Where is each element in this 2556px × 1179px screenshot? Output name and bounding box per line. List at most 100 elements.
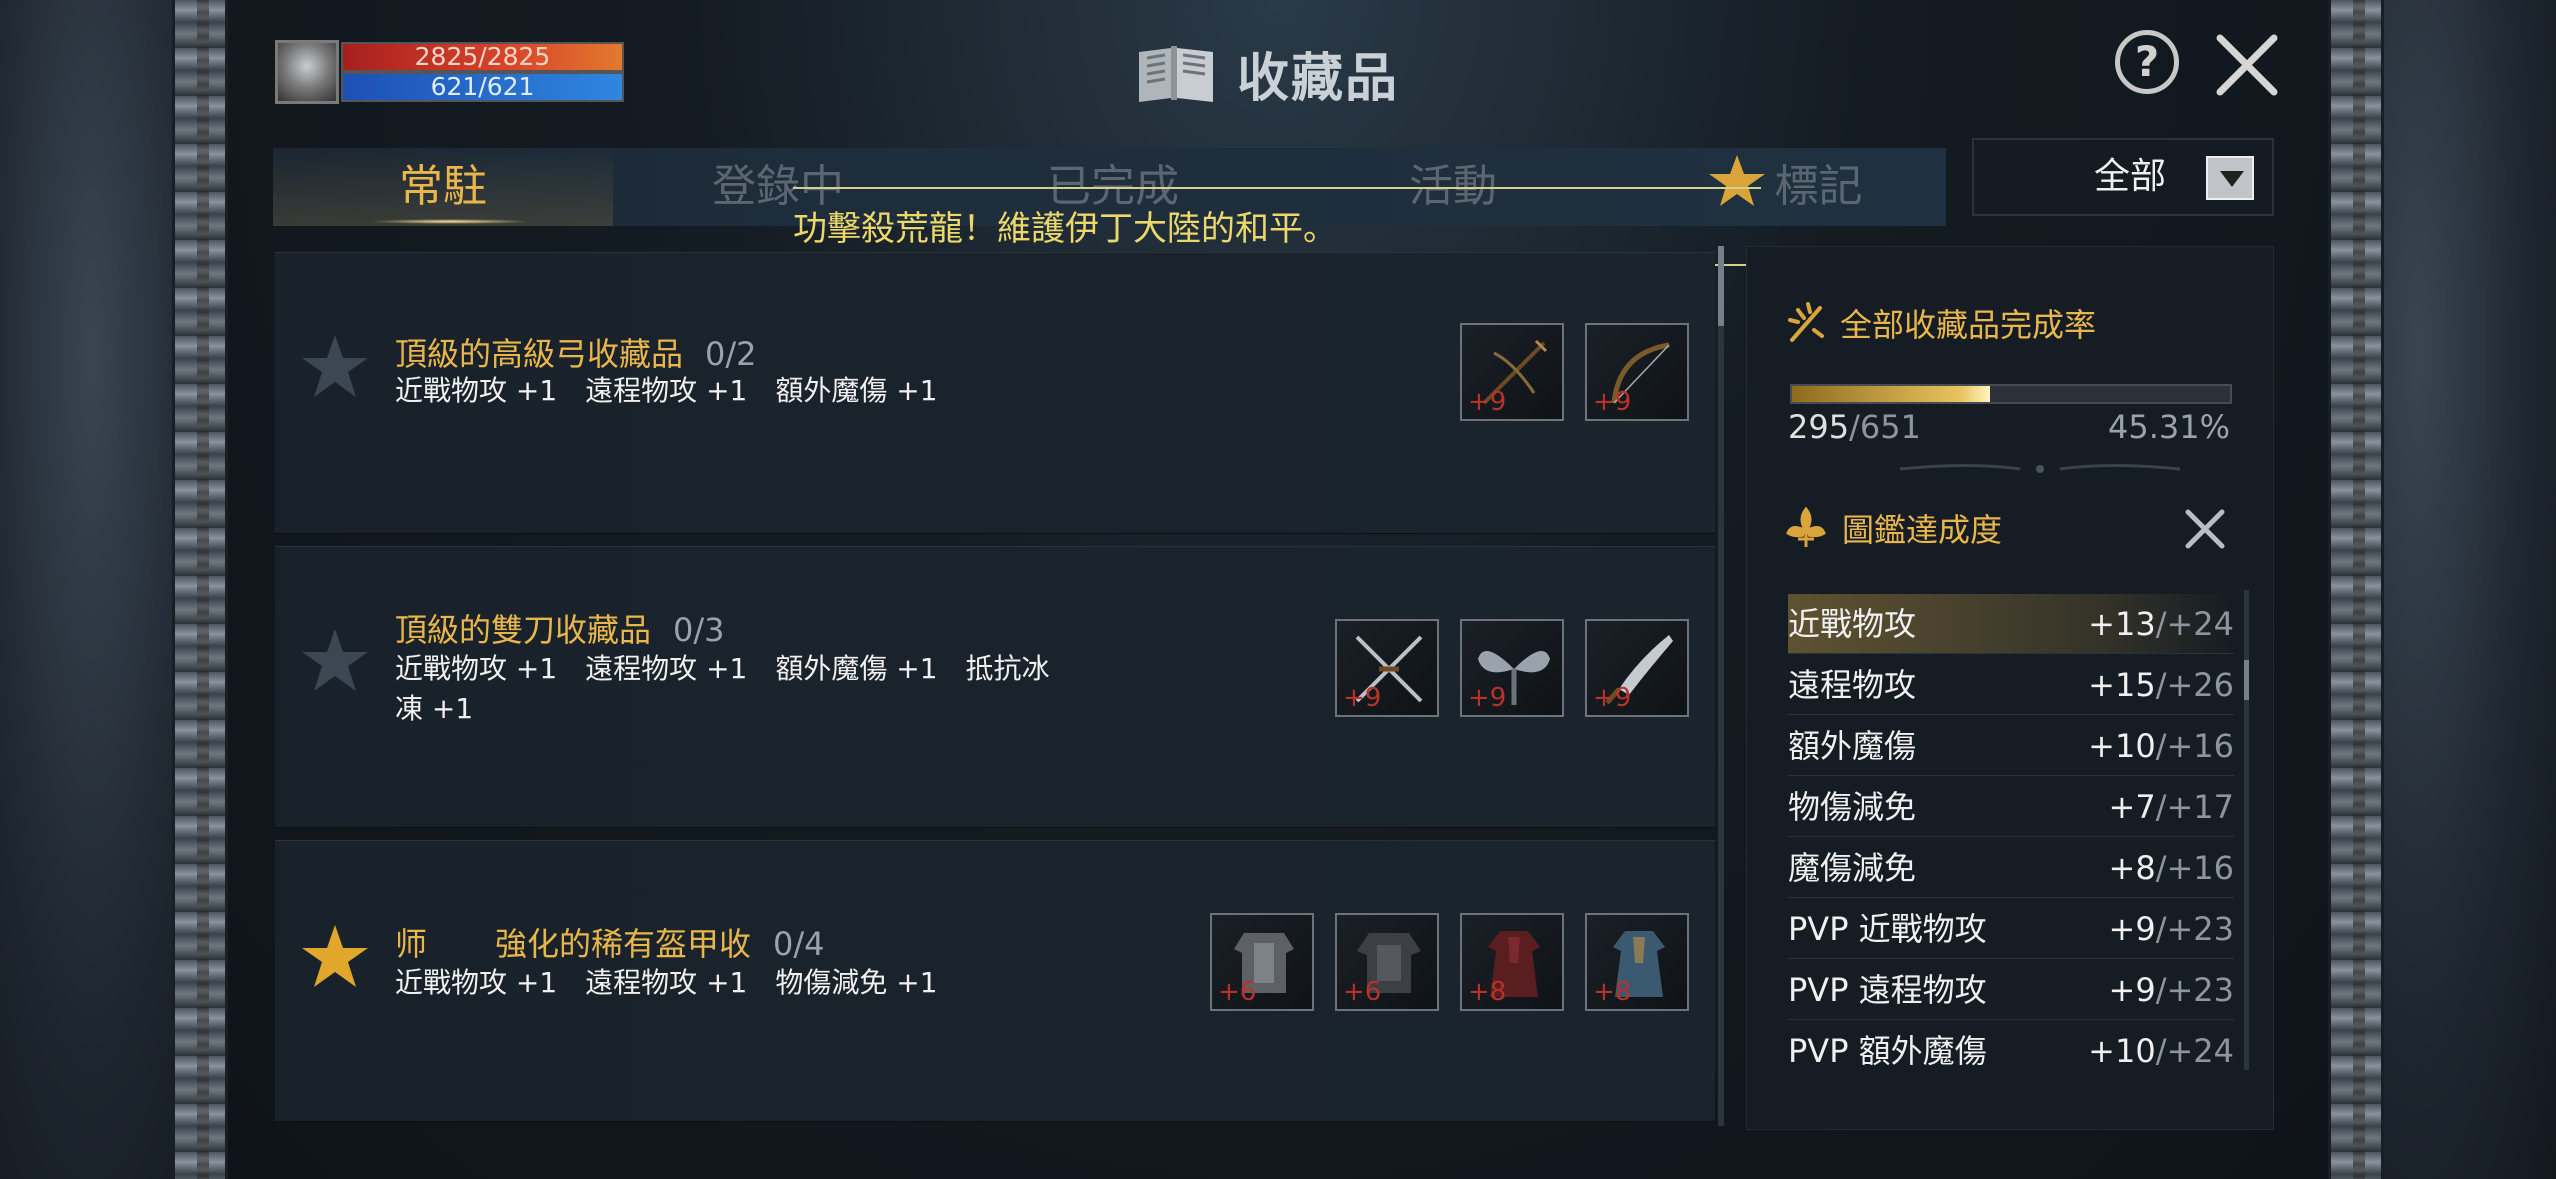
tab-marked-label: 標記: [1774, 161, 1863, 212]
completion-progress-fill: [1792, 386, 1991, 402]
item-level: +9: [1468, 387, 1507, 417]
item-slot[interactable]: +9: [1460, 619, 1564, 717]
collection-name: 強化的稀有盔甲收: [495, 925, 752, 963]
codex-row-value: +9/+23: [2109, 960, 2234, 1020]
codex-value-current: +8: [2108, 849, 2156, 887]
item-slot[interactable]: +9: [1585, 323, 1689, 421]
item-level: +6: [1218, 977, 1257, 1007]
tab-permanent[interactable]: 常駐: [273, 148, 613, 226]
codex-row: PVP 額外魔傷 +10/+24: [1788, 1021, 2234, 1081]
collection-name-prefix: 师: [395, 925, 428, 963]
filter-selected: 全部: [2094, 156, 2167, 197]
close-icon[interactable]: [2212, 30, 2282, 100]
codex-row-value: +9/+23: [2109, 899, 2234, 959]
item-level: +8: [1468, 977, 1507, 1007]
item-slot[interactable]: +8: [1460, 913, 1564, 1011]
collection-stats-line: 凍 +1: [395, 692, 474, 725]
left-ornate-border: [172, 0, 228, 1179]
codex-row: 魔傷減免 +8/+16: [1788, 838, 2234, 898]
collection-stats: 近戰物攻 +1 遠程物攻 +1 額外魔傷 +1: [395, 374, 938, 407]
star-outline-icon[interactable]: [299, 331, 371, 403]
item-slot[interactable]: +9: [1460, 323, 1564, 421]
player-avatar[interactable]: [275, 40, 339, 104]
collection-name: 頂級的雙刀收藏品: [395, 611, 652, 649]
codex-value-current: +13: [2088, 605, 2156, 643]
collection-card[interactable]: 頂級的高級弓收藏品 0/2 近戰物攻 +1 遠程物攻 +1 額外魔傷 +1 +9 …: [275, 252, 1715, 534]
codex-row-value: +13/+24: [2088, 594, 2234, 654]
codex-value-current: +9: [2108, 971, 2156, 1009]
collection-count: 0/2: [705, 335, 757, 373]
title-text: 收藏品: [1237, 48, 1400, 109]
codex-value-max: /+24: [2155, 1032, 2234, 1070]
codex-row-value: +10/+24: [2088, 1021, 2234, 1081]
codex-row-name: PVP 額外魔傷: [1788, 1032, 1987, 1070]
sparkle-icon: [1788, 302, 1824, 342]
codex-value-max: /+23: [2155, 910, 2234, 948]
page-title: 收藏品: [1135, 38, 1400, 109]
codex-value-current: +10: [2088, 727, 2156, 765]
help-button[interactable]: ?: [2115, 30, 2179, 94]
codex-value-max: /+16: [2155, 727, 2234, 765]
close-icon[interactable]: [2182, 506, 2228, 552]
codex-row-name: 近戰物攻: [1788, 605, 1917, 643]
codex-row-name: 魔傷減免: [1788, 849, 1917, 887]
notice-text: 功擊殺荒龍！維護伊丁大陸的和平。: [793, 209, 1337, 249]
codex-row-name: 遠程物攻: [1788, 666, 1917, 704]
codex-row-value: +10/+16: [2088, 716, 2234, 776]
active-tab-indicator: [370, 219, 530, 224]
codex-row: 遠程物攻 +15/+26: [1788, 655, 2234, 715]
item-level: +9: [1343, 683, 1382, 713]
right-ornate-border: [2328, 0, 2384, 1179]
codex-heading: 圖鑑達成度: [1784, 505, 2002, 551]
item-level: +9: [1593, 387, 1632, 417]
filter-dropdown[interactable]: 全部: [1972, 138, 2274, 216]
collection-name: 頂級的高級弓收藏品: [395, 335, 684, 373]
collection-card[interactable]: 頂級的雙刀收藏品 0/3 近戰物攻 +1 遠程物攻 +1 額外魔傷 +1 抵抗冰 …: [275, 546, 1715, 828]
codex-value-max: /+24: [2155, 605, 2234, 643]
item-level: +8: [1593, 977, 1632, 1007]
codex-title: 圖鑑達成度: [1842, 511, 2003, 549]
collection-count: 0/4: [773, 925, 825, 963]
collection-book-icon: [1139, 46, 1213, 102]
completion-percent: 45.31%: [2108, 408, 2231, 446]
codex-row-name: 物傷減免: [1788, 788, 1917, 826]
codex-row: 近戰物攻 +13/+24: [1788, 594, 2234, 654]
codex-value-current: +10: [2088, 1032, 2156, 1070]
ornament-divider: [1900, 464, 2180, 473]
collection-stats: 近戰物攻 +1 遠程物攻 +1 額外魔傷 +1 抵抗冰 凍 +1: [395, 649, 1050, 729]
codex-row: 物傷減免 +7/+17: [1788, 777, 2234, 837]
collection-count: 0/3: [673, 611, 725, 649]
codex-value-current: +15: [2088, 666, 2156, 704]
item-slot[interactable]: +9: [1585, 619, 1689, 717]
mp-bar: 621/621: [341, 72, 624, 102]
completion-title: 全部收藏品完成率: [1840, 306, 2097, 344]
collection-stats: 近戰物攻 +1 遠程物攻 +1 物傷減免 +1: [395, 966, 938, 999]
star-filled-icon[interactable]: [299, 921, 371, 993]
codex-row-name: PVP 近戰物攻: [1788, 910, 1987, 948]
item-slot[interactable]: +8: [1585, 913, 1689, 1011]
list-scrollbar[interactable]: [1718, 246, 1724, 1126]
codex-value-max: /+17: [2155, 788, 2234, 826]
codex-value-max: /+16: [2155, 849, 2234, 887]
fleur-de-lis-icon: [1786, 506, 1826, 547]
codex-scrollbar-thumb[interactable]: [2244, 660, 2249, 700]
list-scrollbar-thumb[interactable]: [1718, 246, 1724, 326]
star-outline-icon[interactable]: [299, 625, 371, 697]
completion-heading: 全部收藏品完成率: [1784, 300, 2096, 346]
collection-title: 頂級的雙刀收藏品 0/3: [395, 605, 725, 651]
collection-title: 师 強化的稀有盔甲收 0/4: [395, 919, 825, 965]
collection-title: 頂級的高級弓收藏品 0/2: [395, 329, 757, 375]
codex-row: PVP 遠程物攻 +9/+23: [1788, 960, 2234, 1020]
item-slot[interactable]: +6: [1210, 913, 1314, 1011]
chevron-down-icon: [2206, 156, 2254, 200]
codex-row-name: PVP 遠程物攻: [1788, 971, 1987, 1009]
codex-row-value: +15/+26: [2088, 655, 2234, 715]
item-slot[interactable]: +6: [1335, 913, 1439, 1011]
codex-row: PVP 近戰物攻 +9/+23: [1788, 899, 2234, 959]
completion-count: 295/651: [1788, 408, 1921, 446]
completion-current: 295: [1788, 408, 1850, 446]
item-level: +9: [1468, 683, 1507, 713]
completion-progress-bar: [1790, 384, 2232, 404]
collection-card[interactable]: 师強化的稀有盔甲收 0/4 近戰物攻 +1 遠程物攻 +1 物傷減免 +1 +6 …: [275, 840, 1715, 1122]
item-slot[interactable]: +9: [1335, 619, 1439, 717]
